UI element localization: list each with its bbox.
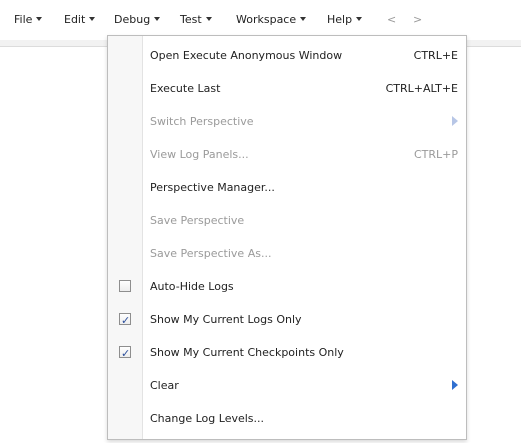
menu-item-shortcut: CTRL+E	[413, 49, 458, 62]
chevron-down-icon	[154, 17, 161, 21]
menu-item-show-my-current-logs-only[interactable]: Show My Current Logs Only	[119, 304, 466, 337]
menu-file[interactable]: File	[14, 12, 43, 28]
menu-item-view-log-panels[interactable]: View Log Panels... CTRL+P	[142, 139, 466, 171]
menu-item-label: Execute Last	[150, 82, 221, 95]
menu-debug-label: Debug	[114, 13, 151, 26]
dropdown-gutter	[108, 36, 143, 439]
menu-file-label: File	[14, 13, 33, 26]
checkbox-checked-icon[interactable]	[119, 338, 131, 370]
menu-item-label: Switch Perspective	[150, 115, 254, 128]
menu-item-save-perspective-as[interactable]: Save Perspective As...	[142, 238, 466, 270]
chevron-down-icon	[36, 17, 43, 21]
nav-forward-button[interactable]: >	[413, 12, 422, 28]
checkbox-icon[interactable]	[119, 280, 131, 292]
menu-item-label: Open Execute Anonymous Window	[150, 49, 343, 62]
nav-back-button[interactable]: <	[387, 12, 396, 28]
nav-back-icon: <	[387, 13, 397, 26]
menu-workspace-label: Workspace	[236, 13, 297, 26]
debug-dropdown-menu: Open Execute Anonymous Window CTRL+E Exe…	[107, 35, 467, 440]
menu-item-label: View Log Panels...	[150, 148, 249, 161]
menu-edit[interactable]: Edit	[64, 12, 96, 28]
menu-item-switch-perspective[interactable]: Switch Perspective	[142, 106, 466, 138]
menu-help[interactable]: Help	[327, 12, 363, 28]
menu-item-open-execute-anonymous-window[interactable]: Open Execute Anonymous Window CTRL+E	[142, 40, 466, 72]
menu-item-label: Change Log Levels...	[150, 412, 265, 425]
chevron-down-icon	[356, 17, 363, 21]
menu-test-label: Test	[180, 13, 202, 26]
menu-item-execute-last[interactable]: Execute Last CTRL+ALT+E	[142, 73, 466, 105]
menu-item-label: Auto-Hide Logs	[150, 280, 234, 293]
submenu-arrow-icon	[452, 380, 458, 390]
menu-item-label: Save Perspective As...	[150, 247, 272, 260]
menu-item-clear[interactable]: Clear	[142, 370, 466, 402]
menu-edit-label: Edit	[64, 13, 86, 26]
menu-debug[interactable]: Debug	[114, 12, 161, 28]
menu-item-label: Save Perspective	[150, 214, 245, 227]
chevron-down-icon	[205, 17, 212, 21]
menu-item-shortcut: CTRL+P	[413, 148, 458, 161]
menu-item-change-log-levels[interactable]: Change Log Levels...	[142, 403, 466, 435]
menu-item-auto-hide-logs[interactable]: Auto-Hide Logs	[119, 271, 466, 303]
nav-forward-icon: >	[413, 13, 423, 26]
menu-item-label: Show My Current Logs Only	[150, 313, 302, 326]
menu-workspace[interactable]: Workspace	[236, 12, 307, 28]
menu-item-label: Clear	[150, 379, 179, 392]
menu-item-shortcut: CTRL+ALT+E	[385, 82, 458, 95]
menu-item-perspective-manager[interactable]: Perspective Manager...	[142, 172, 466, 204]
submenu-arrow-icon	[452, 116, 458, 126]
menu-item-save-perspective[interactable]: Save Perspective	[142, 205, 466, 237]
chevron-down-icon	[89, 17, 96, 21]
menu-item-label: Perspective Manager...	[150, 181, 275, 194]
menu-help-label: Help	[327, 13, 353, 26]
menu-item-label: Show My Current Checkpoints Only	[150, 346, 344, 359]
checkbox-checked-icon[interactable]	[119, 305, 131, 337]
menu-item-show-my-current-checkpoints-only[interactable]: Show My Current Checkpoints Only	[119, 337, 466, 370]
menu-test[interactable]: Test	[180, 12, 212, 28]
chevron-down-icon	[300, 17, 307, 21]
